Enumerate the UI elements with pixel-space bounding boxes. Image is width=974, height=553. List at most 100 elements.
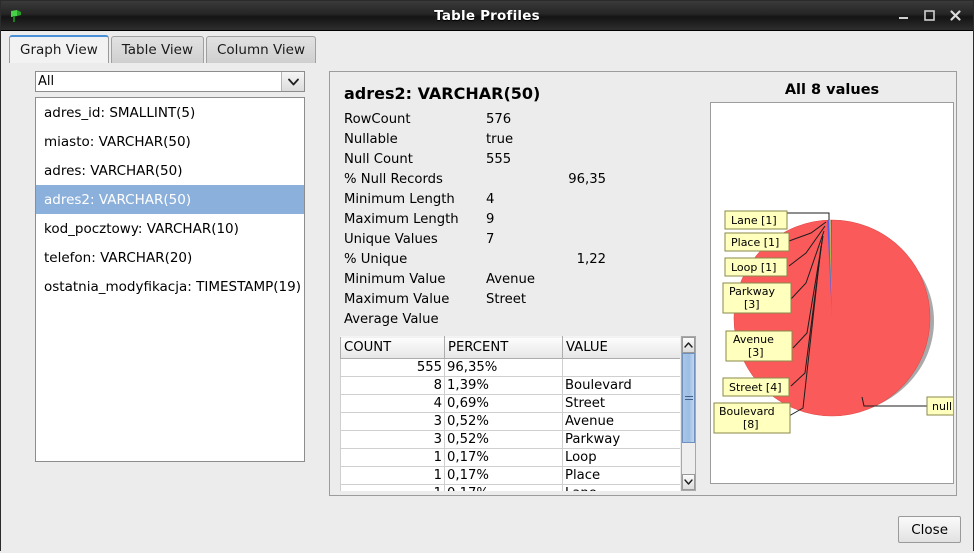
cell-value: Avenue — [562, 412, 680, 431]
stat-label: Unique Values — [344, 231, 438, 247]
stat-label: Average Value — [344, 311, 439, 327]
chevron-down-icon[interactable] — [682, 474, 695, 490]
tab-graph-view-label: Graph View — [20, 42, 98, 58]
value-frequency-table-wrap: COUNT PERCENT VALUE 555 96,35% 8 1,39% Boul… — [340, 336, 696, 491]
svg-text:Avenue: Avenue — [733, 333, 774, 346]
table-row[interactable]: 1 0,17% Loop — [340, 448, 680, 467]
chevron-down-icon[interactable] — [281, 72, 304, 91]
filter-combobox[interactable]: All — [35, 71, 305, 92]
pie-label-null: null [555] — [926, 396, 953, 416]
cell-percent: 0,17% — [444, 484, 563, 491]
list-item-label: adres2: VARCHAR(50) — [44, 191, 192, 208]
stat-label: % Unique — [344, 251, 408, 267]
stat-value: 96,35 — [568, 171, 606, 187]
table-row[interactable]: 1 0,17% Place — [340, 466, 680, 485]
cell-percent: 1,39% — [444, 376, 563, 395]
stat-value: 9 — [486, 211, 495, 227]
cell-percent: 0,52% — [444, 412, 563, 431]
table-row[interactable]: 555 96,35% — [340, 358, 680, 377]
cell-count: 8 — [340, 376, 445, 395]
svg-text:Parkway: Parkway — [729, 285, 776, 298]
svg-text:Lane [1]: Lane [1] — [731, 214, 777, 227]
column-header-value[interactable]: VALUE — [562, 336, 680, 359]
pie-label-place: Place [1] — [724, 232, 790, 252]
close-button-label: Close — [911, 521, 948, 538]
scrollbar-grip-icon — [684, 394, 693, 402]
list-item[interactable]: adres_id: SMALLINT(5) — [36, 98, 304, 127]
cell-percent: 0,69% — [444, 394, 563, 413]
list-item[interactable]: adres: VARCHAR(50) — [36, 156, 304, 185]
cell-value: Boulevard — [562, 376, 680, 395]
table-row[interactable]: 3 0,52% Parkway — [340, 430, 680, 449]
stat-label: Minimum Value — [344, 271, 446, 287]
svg-text:Street [4]: Street [4] — [729, 381, 782, 394]
scrollbar-thumb[interactable] — [682, 353, 695, 443]
cell-value: Lane — [562, 484, 680, 491]
pie-label-street: Street [4] — [722, 377, 790, 397]
chevron-up-icon[interactable] — [682, 337, 695, 353]
pie-label-avenue: Avenue [3] — [725, 330, 793, 362]
pie-label-loop: Loop [1] — [724, 257, 788, 277]
list-item-selected[interactable]: adres2: VARCHAR(50) — [36, 185, 304, 214]
cell-count: 1 — [340, 448, 445, 467]
tab-column-view-label: Column View — [217, 42, 306, 58]
cell-percent: 0,17% — [444, 448, 563, 467]
graph-view-panel: All adres_id: SMALLINT(5) miasto: VARCHA… — [1, 63, 973, 553]
pie-chart-canvas[interactable]: Lane [1] Place [1] Loop [1] Parkway [3] … — [710, 102, 954, 484]
list-item[interactable]: ostatnia_modyfikacja: TIMESTAMP(19) — [36, 272, 304, 301]
column-detail-panel: adres2: VARCHAR(50) RowCount 576 Nullable… — [329, 71, 957, 496]
stat-label: Maximum Length — [344, 211, 459, 227]
tab-table-view-label: Table View — [121, 42, 193, 58]
pie-label-lane: Lane [1] — [724, 210, 788, 230]
cell-percent: 96,35% — [444, 358, 563, 377]
stat-value: 7 — [486, 231, 495, 247]
stat-label: Maximum Value — [344, 291, 450, 307]
list-item-label: adres: VARCHAR(50) — [44, 162, 183, 179]
dialog-footer: Close — [1, 509, 973, 553]
cell-value: Loop — [562, 448, 680, 467]
table-header-row: COUNT PERCENT VALUE — [340, 336, 680, 359]
stat-value: Avenue — [486, 271, 535, 287]
maximize-button[interactable] — [923, 9, 936, 22]
list-item-label: miasto: VARCHAR(50) — [44, 133, 191, 150]
table-scrollbar[interactable] — [681, 336, 696, 491]
window-title: Table Profiles — [434, 7, 540, 24]
close-window-button[interactable] — [949, 9, 962, 22]
table-profiles-window: Table Profiles Graph View Table View Col… — [0, 0, 974, 553]
table-row[interactable]: 4 0,69% Street — [340, 394, 680, 413]
column-selector-panel: All adres_id: SMALLINT(5) miasto: VARCHA… — [35, 71, 305, 462]
svg-text:[8]: [8] — [743, 418, 759, 431]
tab-table-view[interactable]: Table View — [110, 36, 204, 63]
column-header-percent[interactable]: PERCENT — [444, 336, 563, 359]
list-item[interactable]: miasto: VARCHAR(50) — [36, 127, 304, 156]
list-item-label: telefon: VARCHAR(20) — [44, 249, 193, 266]
svg-text:[3]: [3] — [748, 346, 764, 359]
minimize-button[interactable] — [897, 9, 910, 22]
table-row[interactable]: 3 0,52% Avenue — [340, 412, 680, 431]
cell-count: 3 — [340, 430, 445, 449]
cell-count: 4 — [340, 394, 445, 413]
chart-title: All 8 values — [784, 82, 880, 98]
column-list[interactable]: adres_id: SMALLINT(5) miasto: VARCHAR(50… — [35, 97, 305, 462]
list-item[interactable]: kod_pocztowy: VARCHAR(10) — [36, 214, 304, 243]
column-header-count[interactable]: COUNT — [340, 336, 445, 359]
filter-combobox-value: All — [38, 74, 55, 89]
scrollbar-track[interactable] — [682, 353, 695, 474]
stat-value: 555 — [486, 151, 512, 167]
tab-column-view[interactable]: Column View — [206, 36, 317, 63]
list-item[interactable]: telefon: VARCHAR(20) — [36, 243, 304, 272]
pie-label-boulevard: Boulevard [8] — [713, 402, 791, 434]
svg-text:Place [1]: Place [1] — [731, 236, 779, 249]
table-row[interactable]: 10,17%Lane — [340, 484, 680, 491]
cell-value: Street — [562, 394, 680, 413]
cell-count: 3 — [340, 412, 445, 431]
pie-chart-svg: Lane [1] Place [1] Loop [1] Parkway [3] … — [713, 210, 953, 434]
svg-text:Loop [1]: Loop [1] — [731, 261, 776, 274]
title-bar: Table Profiles — [1, 1, 973, 31]
close-button[interactable]: Close — [898, 516, 961, 543]
list-item-label: kod_pocztowy: VARCHAR(10) — [44, 220, 239, 237]
pie-chart-area: All 8 values Lane [1] Place [1] Loop [1]… — [708, 72, 956, 496]
tab-graph-view[interactable]: Graph View — [9, 35, 109, 63]
list-item-label: adres_id: SMALLINT(5) — [44, 104, 196, 121]
table-row[interactable]: 8 1,39% Boulevard — [340, 376, 680, 395]
